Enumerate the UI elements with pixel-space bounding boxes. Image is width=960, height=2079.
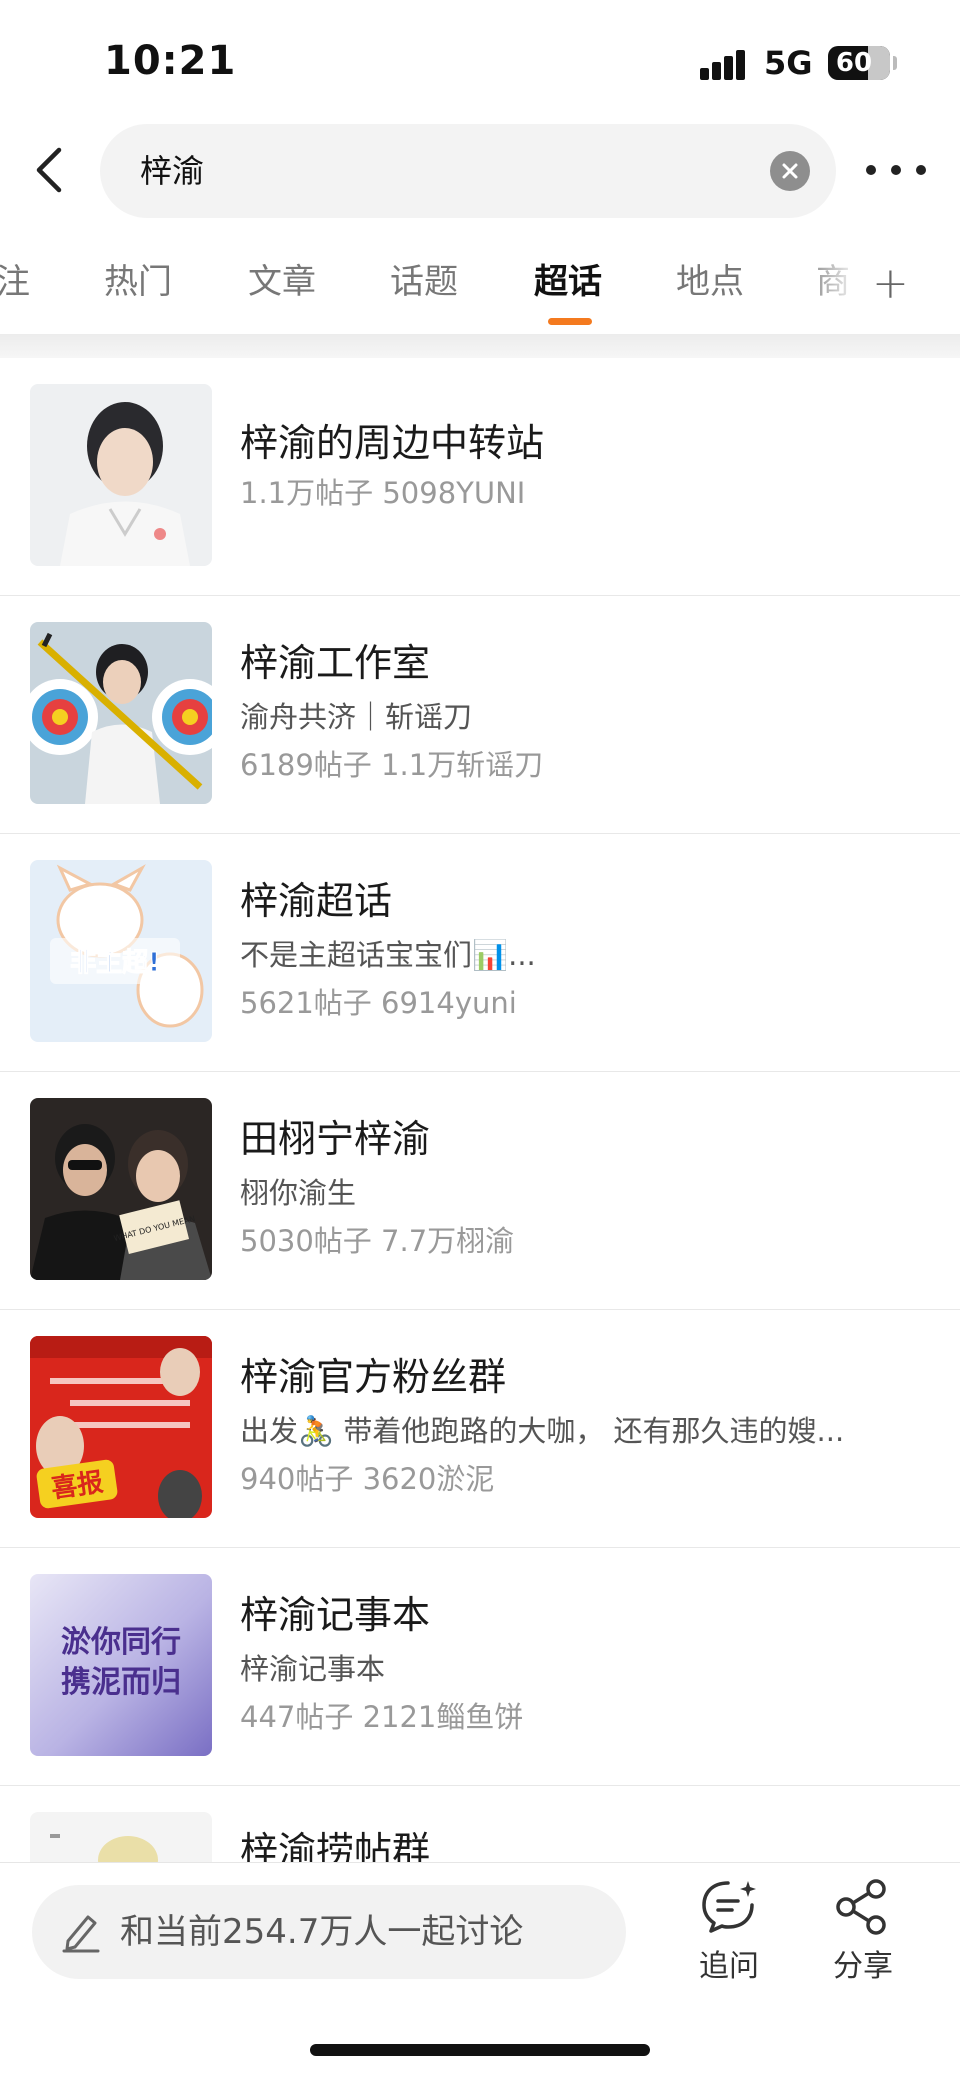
topic-subtitle: 不是主超话宝宝们📊... bbox=[240, 938, 536, 972]
topic-title: 梓渝超话 bbox=[240, 879, 393, 923]
topic-avatar: WHAT DO YOU MEAN bbox=[30, 1098, 212, 1280]
list-item[interactable]: 梓渝的周边中转站 1.1万帖子 5098YUNI bbox=[0, 358, 960, 596]
status-time: 10:21 bbox=[104, 38, 237, 84]
tab-places[interactable]: 地点 bbox=[676, 254, 744, 303]
list-item[interactable]: 非主超! 梓渝超话 不是主超话宝宝们📊... 5621帖子 6914yuni bbox=[0, 834, 960, 1072]
ask-label: 追问 bbox=[699, 1949, 759, 1984]
tab-hot[interactable]: 热门 bbox=[104, 254, 172, 303]
topic-avatar bbox=[30, 384, 212, 566]
thumb-label: 非主超! bbox=[70, 948, 160, 978]
pencil-icon bbox=[62, 1915, 100, 1953]
more-dot bbox=[866, 165, 876, 175]
battery-icon: 60 bbox=[828, 46, 890, 80]
list-item[interactable]: 梓渝工作室 渝舟共济｜斩谣刀 6189帖子 1.1万斩谣刀 bbox=[0, 596, 960, 834]
battery-tip bbox=[893, 56, 897, 70]
topic-title: 梓渝官方粉丝群 bbox=[240, 1355, 507, 1399]
topic-title: 梓渝的周边中转站 bbox=[240, 421, 545, 465]
topic-avatar: 非主超! bbox=[30, 860, 212, 1042]
tab-fade bbox=[800, 236, 860, 328]
tab-super-topics[interactable]: 超话 bbox=[534, 254, 602, 303]
thumb-line-1: 淤你同行 bbox=[61, 1625, 181, 1660]
search-query: 梓渝 bbox=[140, 152, 205, 190]
tab-follow[interactable]: 注 bbox=[0, 254, 30, 303]
topic-meta: 5030帖子 7.7万栩渝 bbox=[240, 1224, 515, 1258]
share-button[interactable]: 分享 bbox=[808, 1877, 918, 1985]
more-button[interactable] bbox=[866, 150, 926, 190]
battery-level: 60 bbox=[835, 48, 873, 78]
home-indicator bbox=[310, 2044, 650, 2056]
share-icon bbox=[836, 1879, 886, 1935]
signal-icon bbox=[700, 46, 754, 80]
more-dot bbox=[891, 165, 901, 175]
topic-meta: 5621帖子 6914yuni bbox=[240, 986, 517, 1020]
list-item[interactable]: 喜报 梓渝官方粉丝群 出发🚴 带着他跑路的大咖， 还有那久违的嫂... 940帖… bbox=[0, 1310, 960, 1548]
list-item[interactable]: WHAT DO YOU MEAN 田栩宁梓渝 栩你渝生 5030帖子 7.7万栩… bbox=[0, 1072, 960, 1310]
status-bar: 10:21 5G 60 bbox=[0, 0, 960, 120]
topic-avatar: 喜报 bbox=[30, 1336, 212, 1518]
topic-subtitle: 栩你渝生 bbox=[240, 1176, 357, 1210]
topic-subtitle: 渝舟共济｜斩谣刀 bbox=[240, 700, 473, 734]
share-label: 分享 bbox=[833, 1949, 893, 1984]
topic-meta: 6189帖子 1.1万斩谣刀 bbox=[240, 748, 544, 782]
chevron-left-icon bbox=[36, 147, 62, 193]
back-button[interactable] bbox=[24, 140, 72, 200]
topic-avatar: 淤你同行 携泥而归 bbox=[30, 1574, 212, 1756]
clear-search-button[interactable] bbox=[770, 151, 810, 191]
discuss-placeholder: 和当前254.7万人一起讨论 bbox=[120, 1912, 524, 1952]
topic-subtitle: 梓渝记事本 bbox=[240, 1652, 386, 1686]
add-tab-button[interactable]: + bbox=[872, 258, 909, 309]
topic-meta: 447帖子 2121鲻鱼饼 bbox=[240, 1700, 524, 1734]
ask-button[interactable]: 追问 bbox=[674, 1877, 784, 1985]
network-type: 5G bbox=[764, 44, 813, 82]
topic-meta: 1.1万帖子 5098YUNI bbox=[240, 476, 526, 510]
topic-meta: 940帖子 3620淤泥 bbox=[240, 1462, 495, 1496]
list-item[interactable]: 淤你同行 携泥而归 梓渝记事本 梓渝记事本 447帖子 2121鲻鱼饼 bbox=[0, 1548, 960, 1786]
topic-subtitle: 出发🚴 带着他跑路的大咖， 还有那久违的嫂... bbox=[240, 1414, 845, 1448]
chat-question-icon bbox=[702, 1881, 756, 1933]
topic-title: 梓渝工作室 bbox=[240, 641, 431, 685]
section-divider bbox=[0, 334, 960, 358]
more-dot bbox=[916, 165, 926, 175]
thumb-line-2: 携泥而归 bbox=[61, 1665, 181, 1700]
tab-articles[interactable]: 文章 bbox=[248, 254, 316, 303]
topic-avatar bbox=[30, 622, 212, 804]
topic-title: 田栩宁梓渝 bbox=[240, 1117, 431, 1161]
discuss-input[interactable]: 和当前254.7万人一起讨论 bbox=[32, 1885, 626, 1979]
topic-title: 梓渝记事本 bbox=[240, 1593, 431, 1637]
close-icon bbox=[782, 163, 798, 179]
tab-topics[interactable]: 话题 bbox=[390, 254, 458, 303]
search-input[interactable]: 梓渝 bbox=[100, 124, 836, 218]
active-tab-indicator bbox=[548, 318, 592, 325]
